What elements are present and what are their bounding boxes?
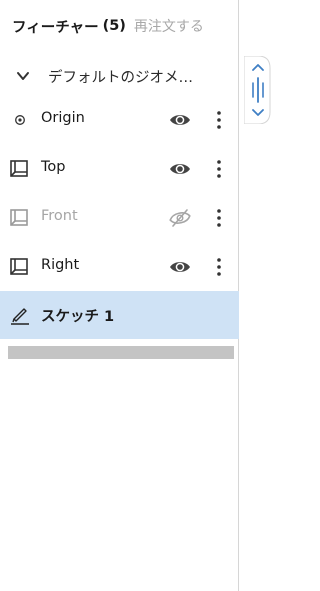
feature-row-front[interactable]: Front [0,194,239,242]
plane-icon [10,209,28,226]
feature-name: Origin [41,110,85,126]
feature-name: スケッチ 1 [41,309,115,325]
plane-icon [10,258,28,275]
folder-label: デフォルトのジオメ… [48,70,193,86]
more-options-icon[interactable] [214,206,224,230]
feature-name: Top [41,159,66,175]
eye-icon[interactable] [168,110,192,130]
feature-row-origin[interactable]: Origin [0,96,239,144]
feature-list-title: フィーチャー [12,19,99,36]
eye-slash-icon[interactable] [168,208,192,228]
more-options-icon[interactable] [214,157,224,181]
feature-list-panel: フィーチャー (5) 再注文する デフォルトのジオメ… Origin Top F… [0,0,239,591]
feature-name: Right [41,257,80,273]
rollback-bar[interactable] [8,346,234,359]
origin-icon [15,115,25,125]
eye-icon[interactable] [168,257,192,277]
feature-list-header: フィーチャー (5) 再注文する [0,0,239,52]
panel-resize-handle[interactable] [244,56,272,124]
sketch-pencil-icon [11,308,29,325]
plane-icon [10,160,28,177]
more-options-icon[interactable] [214,255,224,279]
chevron-down-icon[interactable] [16,69,30,83]
reorder-button[interactable]: 再注文する [134,16,204,36]
feature-row-top[interactable]: Top [0,145,239,193]
more-options-icon[interactable] [214,108,224,132]
feature-row-sketch-1[interactable]: スケッチ 1 [0,291,239,339]
default-geometry-folder[interactable]: デフォルトのジオメ… [0,52,239,100]
feature-name: Front [41,208,78,224]
eye-icon[interactable] [168,159,192,179]
feature-count: (5) [102,18,126,34]
feature-row-right[interactable]: Right [0,243,239,291]
